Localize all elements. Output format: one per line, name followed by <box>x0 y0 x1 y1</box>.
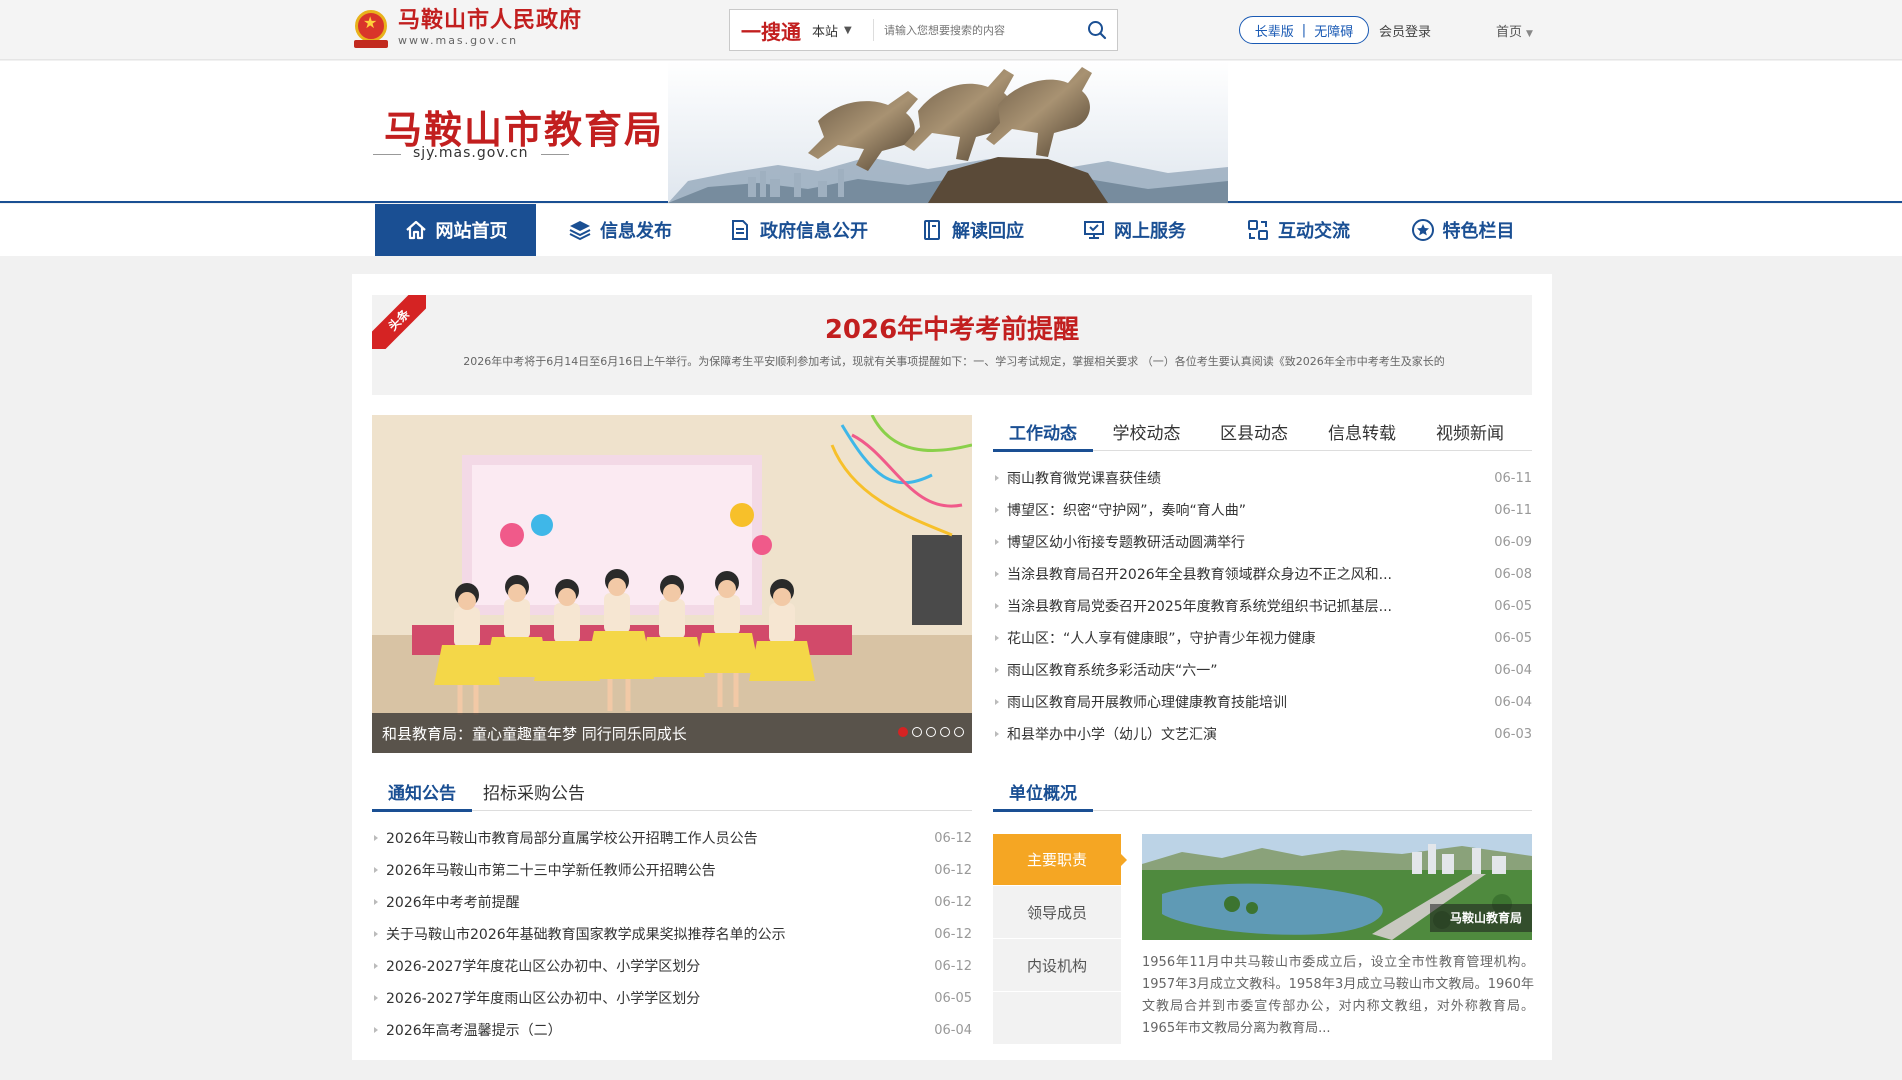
notice-list: 2026年马鞍山市教育局部分直属学校公开招聘工作人员公告 06-12 2026年马… <box>372 822 972 1046</box>
news-tabs: 工作动态 学校动态 区县动态 信息转载 视频新闻 <box>993 412 1532 452</box>
list-item[interactable]: 博望区幼小衔接专题教研活动圆满举行 06-09 <box>993 526 1532 558</box>
list-item[interactable]: 2026年马鞍山市教育局部分直属学校公开招聘工作人员公告 06-12 <box>372 822 972 854</box>
home-icon <box>405 220 426 240</box>
accessibility-link[interactable]: 无障碍 <box>1314 21 1353 40</box>
caret-down-icon: ▼ <box>1526 29 1533 39</box>
org-photo[interactable]: 马鞍山教育局 <box>1142 834 1532 940</box>
list-item[interactable]: 2026年马鞍山市第二十三中学新任教师公开招聘公告 06-12 <box>372 854 972 886</box>
national-emblem-icon: ★ <box>352 8 390 48</box>
tab-video-news[interactable]: 视频新闻 <box>1416 412 1524 450</box>
slide-caption-bar: 和县教育局：童心童趣童年梦 同行同乐同成长 <box>372 713 972 753</box>
tab-school-news[interactable]: 学校动态 <box>1093 412 1200 450</box>
slide-photo <box>372 415 972 753</box>
nav-item-interpretation[interactable]: 解读回应 <box>892 204 1052 256</box>
slide-caption[interactable]: 和县教育局：童心童趣童年梦 同行同乐同成长 <box>382 723 687 744</box>
list-item[interactable]: 雨山教育微党课喜获佳绩 06-11 <box>993 462 1532 494</box>
top-bar: ★ 马鞍山市人民政府 www.mas.gov.cn 一搜通 本站 ▼ 长辈版 |… <box>0 0 1902 60</box>
headline-box: 头条 2026年中考考前提醒 2026年中考将于6月14日至6月16日上午举行。… <box>372 295 1532 395</box>
photo-slider[interactable]: 和县教育局：童心童趣童年梦 同行同乐同成长 <box>372 415 972 753</box>
tab-district-news[interactable]: 区县动态 <box>1200 412 1308 450</box>
slide-dot-3[interactable] <box>926 727 936 737</box>
news-list: 雨山教育微党课喜获佳绩 06-11 博望区：织密“守护网”，奏响“育人曲” 06-1… <box>993 462 1532 750</box>
org-menu-duties[interactable]: 主要职责 <box>993 834 1127 886</box>
slide-dot-5[interactable] <box>954 727 964 737</box>
monitor-icon <box>1084 221 1104 239</box>
elderly-mode-link[interactable]: 长辈版 <box>1255 21 1294 40</box>
slide-dot-2[interactable] <box>912 727 922 737</box>
search-button[interactable] <box>1077 10 1117 50</box>
search-brand: 一搜通 <box>741 19 801 44</box>
org-menu-leaders[interactable]: 领导成员 <box>993 887 1121 939</box>
tab-org-overview[interactable]: 单位概况 <box>993 772 1093 812</box>
list-item[interactable]: 雨山区教育系统多彩活动庆“六一” 06-04 <box>993 654 1532 686</box>
search-icon <box>1088 21 1107 40</box>
document-icon <box>732 220 748 240</box>
tab-reprint-news[interactable]: 信息转载 <box>1308 412 1416 450</box>
star-circle-icon <box>1411 219 1434 241</box>
search-input[interactable] <box>874 12 1077 48</box>
gov-url: www.mas.gov.cn <box>398 34 519 47</box>
slide-dot-1[interactable] <box>898 727 908 737</box>
interaction-icon <box>1248 220 1268 240</box>
list-item[interactable]: 关于马鞍山市2026年基础教育国家教学成果奖拟推荐名单的公示 06-12 <box>372 918 972 950</box>
member-login-link[interactable]: 会员登录 <box>1379 21 1431 40</box>
search-scope-select[interactable]: 本站 ▼ <box>812 19 874 41</box>
slide-dot-4[interactable] <box>940 727 950 737</box>
notice-tabs: 通知公告 招标采购公告 <box>372 772 972 812</box>
list-item[interactable]: 雨山区教育局开展教师心理健康教育技能培训 06-04 <box>993 686 1532 718</box>
nav-item-featured[interactable]: 特色栏目 <box>1380 204 1545 256</box>
tab-procurement[interactable]: 招标采购公告 <box>472 772 596 810</box>
list-item[interactable]: 花山区：“人人享有健康眼”，守护青少年视力健康 06-05 <box>993 622 1532 654</box>
list-item[interactable]: 和县举办中小学（幼儿）文艺汇演 06-03 <box>993 718 1532 750</box>
list-item[interactable]: 博望区：织密“守护网”，奏响“育人曲” 06-11 <box>993 494 1532 526</box>
tab-notices[interactable]: 通知公告 <box>372 772 472 812</box>
horse-sculpture-image <box>668 61 1228 203</box>
slide-dots <box>898 727 964 737</box>
list-item[interactable]: 当涂县教育局召开2026年全县教育领域群众身边不正之风和... 06-08 <box>993 558 1532 590</box>
list-item[interactable]: 2026年中考考前提醒 06-12 <box>372 886 972 918</box>
list-item[interactable]: 2026-2027学年度雨山区公办初中、小学学区划分 06-05 <box>372 982 972 1014</box>
org-menu: 主要职责 领导成员 内设机构 <box>993 834 1127 1044</box>
nav-item-info-release[interactable]: 信息发布 <box>536 204 704 256</box>
list-item[interactable]: 2026-2027学年度花山区公办初中、小学学区划分 06-12 <box>372 950 972 982</box>
headline-summary: 2026年中考将于6月14日至6月16日上午举行。为保障考生平安顺利参加考试，现… <box>463 355 1445 368</box>
list-item[interactable]: 当涂县教育局党委召开2025年度教育系统党组织书记抓基层... 06-05 <box>993 590 1532 622</box>
org-menu-departments[interactable]: 内设机构 <box>993 940 1121 992</box>
gov-logo[interactable]: ★ 马鞍山市人民政府 www.mas.gov.cn <box>352 8 582 48</box>
main-nav: 网站首页 信息发布 政府信息公开 解读回应 网上服务 互动交流 特色栏目 <box>0 204 1902 256</box>
list-item[interactable]: 2026年高考温馨提示（二） 06-04 <box>372 1014 972 1046</box>
home-dropdown[interactable]: 首页 ▼ <box>1496 21 1533 40</box>
photo-tag: 马鞍山教育局 <box>1429 904 1532 932</box>
nav-item-online-service[interactable]: 网上服务 <box>1052 204 1216 256</box>
book-icon <box>924 220 940 240</box>
headline-title[interactable]: 2026年中考考前提醒 <box>372 309 1532 346</box>
site-url: sjy.mas.gov.cn <box>373 145 568 161</box>
chevron-down-icon: ▼ <box>844 24 852 36</box>
nav-item-interaction[interactable]: 互动交流 <box>1216 204 1380 256</box>
org-tabs: 单位概况 <box>993 772 1532 812</box>
tab-work-news[interactable]: 工作动态 <box>993 412 1093 452</box>
main-content: 头条 2026年中考考前提醒 2026年中考将于6月14日至6月16日上午举行。… <box>352 274 1552 1060</box>
version-switch: 长辈版 | 无障碍 <box>1239 16 1369 44</box>
gov-name: 马鞍山市人民政府 <box>398 8 583 33</box>
nav-item-gov-info[interactable]: 政府信息公开 <box>704 204 892 256</box>
org-description: 1956年11月中共马鞍山市委成立后，设立全市性教育管理机构。1957年3月成立… <box>1142 955 1534 1036</box>
search-bar: 一搜通 本站 ▼ <box>729 9 1118 51</box>
layers-icon <box>569 221 591 241</box>
site-banner: 马鞍山市教育局 sjy.mas.gov.cn <box>0 61 1902 203</box>
nav-item-home[interactable]: 网站首页 <box>375 204 536 256</box>
